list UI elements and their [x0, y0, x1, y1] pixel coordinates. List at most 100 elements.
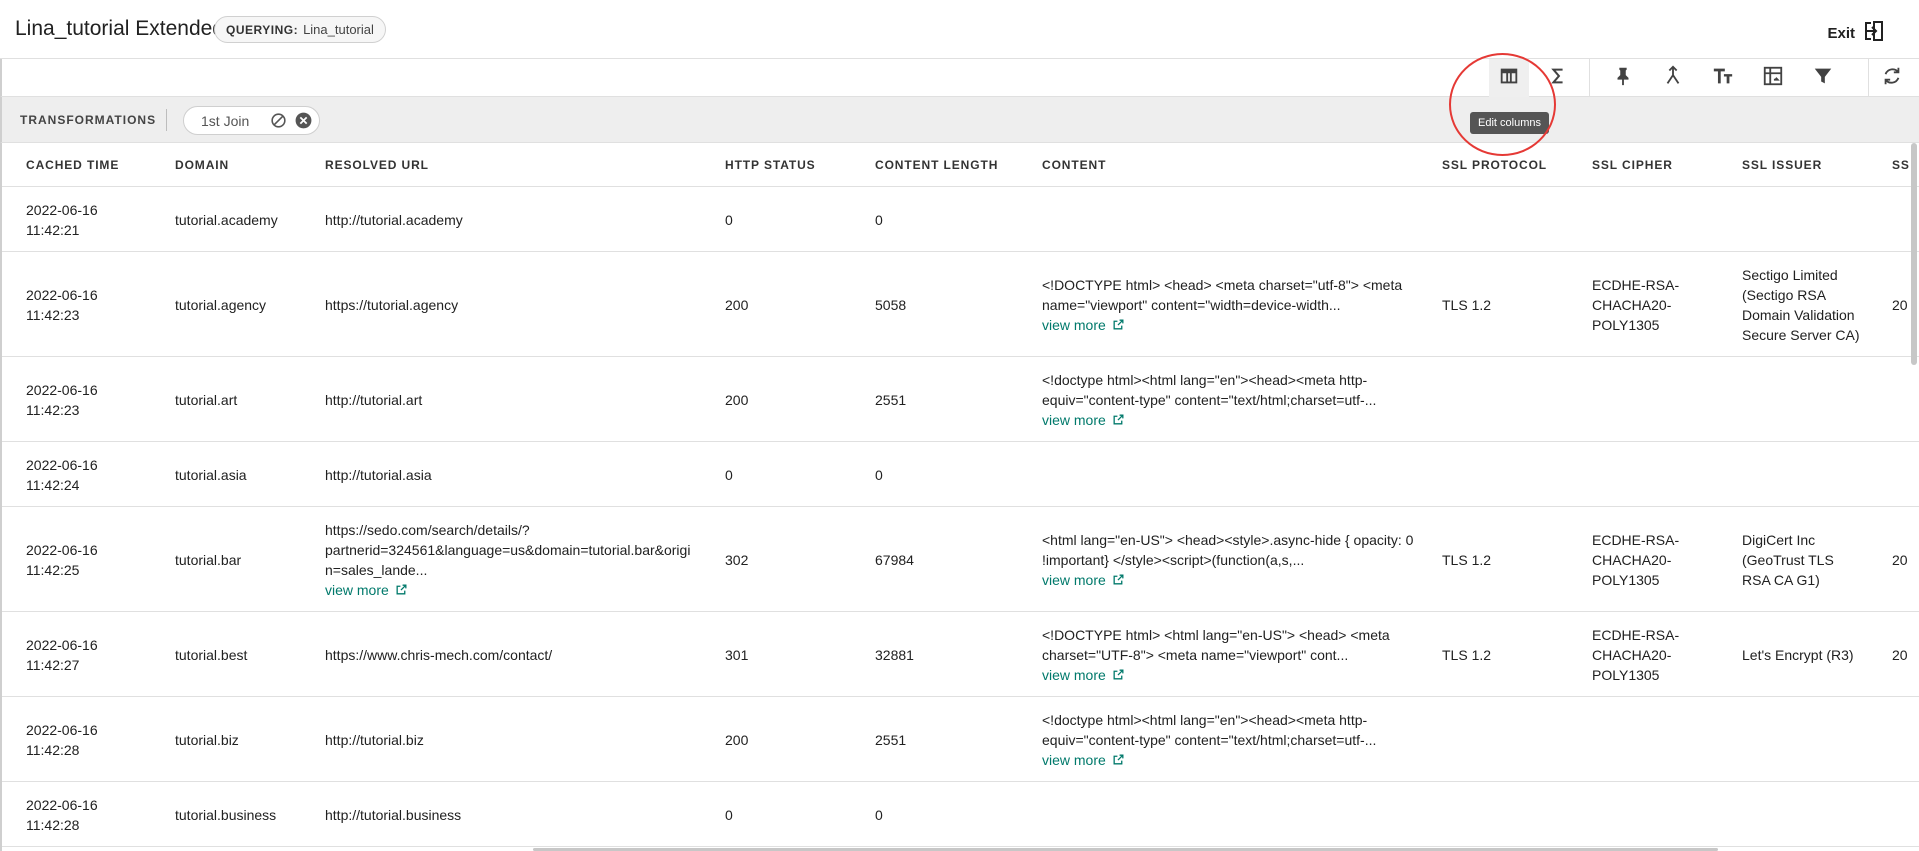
cell-text: 0 — [725, 806, 733, 823]
cell-ssl-cipher: ECDHE-RSA- CHACHA20- POLY1305 — [1592, 612, 1732, 697]
cell-content-length: 0 — [875, 782, 1035, 847]
cell-text-line: CHACHA20- — [1592, 646, 1672, 663]
toolbar-divider — [1589, 59, 1590, 97]
cell-text: tutorial.agency — [175, 296, 267, 313]
remove-icon[interactable] — [294, 111, 313, 130]
cell-text-line: CHACHA20- — [1592, 551, 1672, 568]
cell-ssl-protocol: TLS 1.2 — [1442, 612, 1582, 697]
table-row[interactable]: 2022-06-16 11:42:25 tutorial.bar https://se… — [2, 507, 1919, 612]
sigma-icon — [1547, 65, 1569, 92]
transformation-chip[interactable]: 1st Join — [183, 106, 321, 135]
view-more-link[interactable]: view more — [1042, 750, 1437, 770]
view-more-link[interactable]: view more — [325, 580, 720, 600]
disable-icon[interactable] — [269, 111, 288, 130]
cell-ssl-cipher — [1592, 697, 1732, 782]
cell-text-line: 2022-06-16 — [26, 636, 98, 653]
merge-button[interactable] — [1653, 59, 1693, 97]
column-header-ssl-cipher[interactable]: SSL CIPHER — [1592, 158, 1673, 172]
refresh-button[interactable] — [1872, 59, 1912, 97]
view-more-label: view more — [1042, 316, 1106, 333]
filter-button[interactable] — [1803, 59, 1843, 97]
cell-text-line: CHACHA20- — [1592, 296, 1672, 313]
column-header-ssl-protocol[interactable]: SSL PROTOCOL — [1442, 158, 1547, 172]
cell-text: tutorial.bar — [175, 551, 242, 568]
cell-text-line: 11:42:28 — [26, 741, 80, 758]
exit-button[interactable]: Exit — [1827, 19, 1885, 48]
cell-cached-time: 2022-06-16 11:42:28 — [26, 782, 166, 847]
column-header-resolved-url[interactable]: RESOLVED URL — [325, 158, 429, 172]
cell-ssl-extra — [1892, 782, 1919, 847]
view-more-label: view more — [1042, 571, 1106, 588]
cell-ssl-issuer — [1742, 357, 1892, 442]
cell-content-length: 2551 — [875, 697, 1035, 782]
cell-ssl-issuer: DigiCert Inc (GeoTrust TLS RSA CA G1) — [1742, 507, 1892, 612]
cell-domain: tutorial.asia — [175, 442, 315, 507]
text-size-button[interactable] — [1703, 59, 1743, 97]
column-header-http-status[interactable]: HTTP STATUS — [725, 158, 816, 172]
table-row[interactable]: 2022-06-16 11:42:23 tutorial.art http://tut… — [2, 357, 1919, 442]
cell-resolved-url: http://tutorial.biz — [325, 697, 720, 782]
cell-text-line: <html lang="en-US"> <head><style>.async-… — [1042, 531, 1414, 548]
view-more-link[interactable]: view more — [1042, 410, 1437, 430]
cell-domain: tutorial.agency — [175, 252, 315, 357]
column-header-content[interactable]: CONTENT — [1042, 158, 1106, 172]
cell-content: <!DOCTYPE html> <head> <meta charset="ut… — [1042, 252, 1437, 357]
cell-ssl-issuer — [1742, 442, 1892, 507]
cell-text: 0 — [725, 466, 733, 483]
pivot-button[interactable] — [1753, 59, 1793, 97]
exit-label: Exit — [1827, 25, 1855, 42]
aggregate-button[interactable] — [1538, 59, 1578, 97]
cell-ssl-cipher — [1592, 442, 1732, 507]
cell-text-line: ECDHE-RSA- — [1592, 626, 1680, 643]
table-row[interactable]: 2022-06-16 11:42:27 tutorial.best https://w… — [2, 612, 1919, 697]
merge-icon — [1662, 65, 1684, 92]
cell-text: 2551 — [875, 391, 907, 408]
cell-domain: tutorial.art — [175, 357, 315, 442]
column-header-ssl-issuer[interactable]: SSL ISSUER — [1742, 158, 1822, 172]
refresh-icon — [1881, 65, 1903, 92]
cell-content-length: 0 — [875, 187, 1035, 252]
cell-cached-time: 2022-06-16 11:42:28 — [26, 697, 166, 782]
cell-text-line: !important} </style><script>(function(a,… — [1042, 551, 1305, 568]
cell-text-line: Domain Validation — [1742, 306, 1855, 323]
transformations-label: TRANSFORMATIONS — [20, 113, 157, 127]
pin-button[interactable] — [1603, 59, 1643, 97]
cell-text-line: https://tutorial.agency — [325, 296, 459, 313]
column-header-content-length[interactable]: CONTENT LENGTH — [875, 158, 998, 172]
edit-columns-button[interactable] — [1489, 59, 1529, 97]
cell-text: 20 — [1892, 646, 1908, 663]
view-more-link[interactable]: view more — [1042, 570, 1437, 590]
view-more-link[interactable]: view more — [1042, 665, 1437, 685]
cell-text: TLS 1.2 — [1442, 646, 1492, 663]
external-link-icon — [1113, 574, 1124, 585]
cell-text-line: http://tutorial.business — [325, 806, 462, 823]
cell-text-line: 11:42:23 — [26, 306, 80, 323]
cell-text-line: POLY1305 — [1592, 316, 1660, 333]
vertical-scrollbar[interactable] — [1911, 143, 1917, 365]
view-more-link[interactable]: view more — [1042, 315, 1437, 335]
table-row[interactable]: 2022-06-16 11:42:21 tutorial.academy http:/… — [2, 187, 1919, 252]
cell-ssl-extra — [1892, 357, 1919, 442]
cell-ssl-issuer — [1742, 187, 1892, 252]
cell-domain: tutorial.best — [175, 612, 315, 697]
cell-ssl-cipher — [1592, 782, 1732, 847]
table-row[interactable]: 2022-06-16 11:42:23 tutorial.agency https:/… — [2, 252, 1919, 357]
cell-text-line: 2022-06-16 — [26, 541, 98, 558]
cell-content-length: 67984 — [875, 507, 1035, 612]
column-header-ssl-extra[interactable]: SS — [1892, 158, 1910, 172]
cell-text-line: http://tutorial.academy — [325, 211, 463, 228]
cell-text-line: http://tutorial.art — [325, 391, 423, 408]
table-row[interactable]: 2022-06-16 11:42:28 tutorial.biz http://tut… — [2, 697, 1919, 782]
table-row[interactable]: 2022-06-16 11:42:24 tutorial.asia http://tu… — [2, 442, 1919, 507]
external-link-icon — [1113, 319, 1124, 330]
cell-text: tutorial.academy — [175, 211, 278, 228]
cell-text-line: ECDHE-RSA- — [1592, 276, 1680, 293]
table-row[interactable]: 2022-06-16 11:42:28 tutorial.business http:… — [2, 782, 1919, 847]
cell-ssl-cipher — [1592, 187, 1732, 252]
column-header-domain[interactable]: DOMAIN — [175, 158, 229, 172]
cell-http-status: 0 — [725, 187, 865, 252]
cell-ssl-protocol: TLS 1.2 — [1442, 252, 1582, 357]
cell-ssl-cipher: ECDHE-RSA- CHACHA20- POLY1305 — [1592, 252, 1732, 357]
cell-text: 0 — [725, 211, 733, 228]
column-header-cached-time[interactable]: CACHED TIME — [26, 158, 119, 172]
